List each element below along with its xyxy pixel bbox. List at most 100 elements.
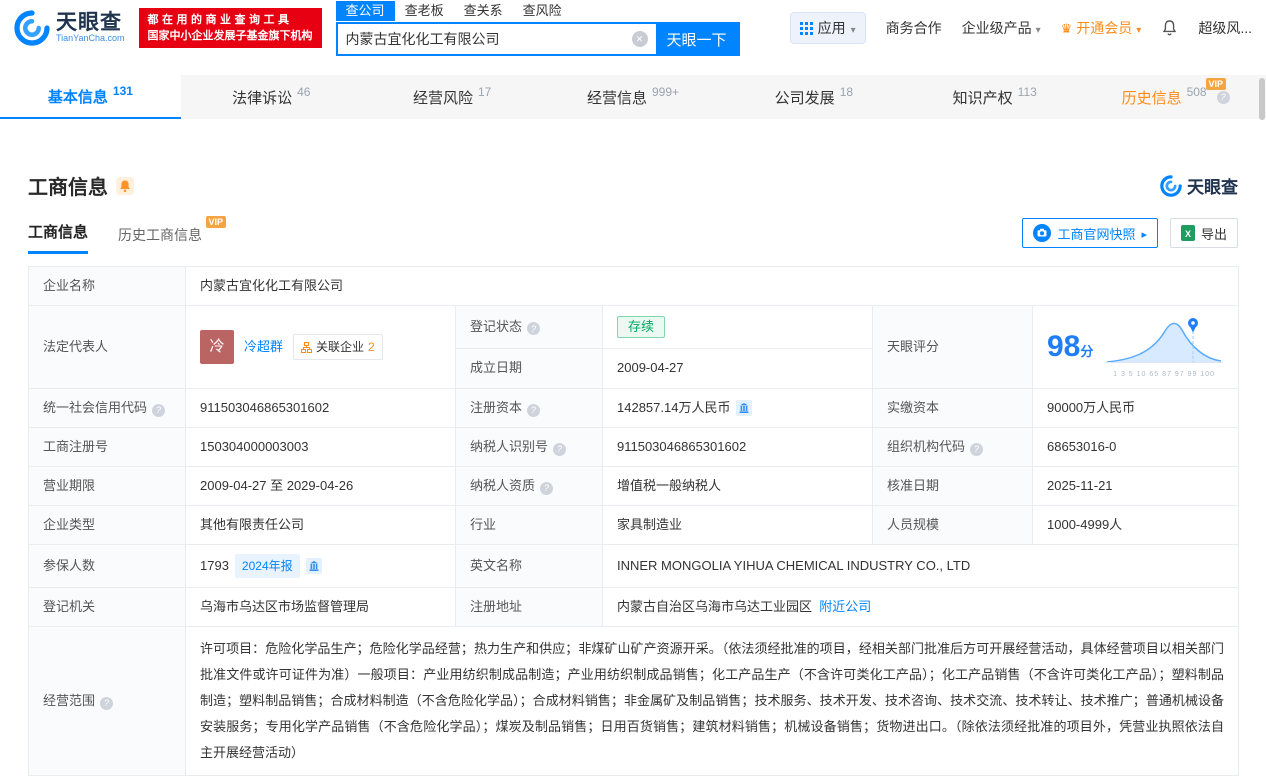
menu-item-vip[interactable]: 开通会员	[1061, 18, 1142, 38]
nav-tab-label: 知识产权	[952, 89, 1013, 107]
menu-item-enterprise[interactable]: 企业级产品	[962, 18, 1041, 38]
help-icon[interactable]	[1216, 90, 1230, 104]
camera-icon	[1033, 224, 1052, 242]
section-title-row: 工商信息	[28, 171, 134, 200]
vip-badge: VIP	[1205, 78, 1227, 90]
promo-line1: 都在用的商业查询工具	[147, 14, 293, 26]
tab-history-business-info[interactable]: VIP 历史工商信息	[118, 216, 227, 254]
tab-label: 历史工商信息	[118, 227, 203, 243]
sub-tabs: 工商信息 VIP 历史工商信息	[28, 216, 227, 254]
related-company-badge[interactable]: 关联企业 2	[293, 334, 383, 360]
tianyancha-logo-icon	[14, 10, 50, 46]
scrollbar-thumb[interactable]	[1259, 78, 1265, 120]
related-label: 关联企业	[316, 340, 365, 354]
business-info-table: 企业名称 内蒙古宜化化工有限公司 法定代表人 冷 冷超群 关联企业 2 登记状态…	[28, 266, 1240, 776]
table-row: 经营范围 许可项目：危险化学品生产；危险化学品经营；热力生产和供应；非煤矿山矿产…	[28, 626, 1240, 776]
user-account[interactable]: 超级风...	[1198, 18, 1252, 38]
nav-tab-legal[interactable]: 法律诉讼 46	[181, 75, 362, 119]
search-input[interactable]	[337, 31, 632, 47]
search-button[interactable]: 天眼一下	[655, 24, 738, 54]
announcement-icon[interactable]	[116, 176, 134, 195]
tab-business-info[interactable]: 工商信息	[28, 221, 89, 254]
nav-tab-history[interactable]: VIP 历史信息 508	[1085, 75, 1266, 119]
label-english-name: 英文名称	[455, 544, 603, 588]
search-tabs: 查公司 查老板 查关系 查风险	[335, 0, 740, 22]
score-value: 98分	[1047, 330, 1094, 363]
snapshot-button[interactable]: 工商官网快照	[1022, 218, 1158, 248]
label-staff-size: 人员规模	[872, 505, 1033, 545]
main-content: 工商信息 天眼查 工商信息 VIP 历史工商信息 工商官网快照 ▸ X 导出 企…	[0, 171, 1266, 776]
value-reg-authority: 乌海市乌达区市场监督管理局	[185, 587, 456, 627]
chevron-down-icon	[1036, 20, 1041, 36]
clear-icon[interactable]	[631, 31, 648, 47]
menu-item-apps[interactable]: 应用	[789, 12, 866, 44]
nav-tab-count: 17	[477, 85, 492, 99]
help-icon[interactable]	[970, 442, 984, 456]
value-reg-capital: 142857.14万人民币	[602, 388, 873, 428]
chevron-down-icon	[851, 20, 856, 36]
help-icon[interactable]	[553, 442, 567, 456]
help-icon[interactable]	[152, 403, 166, 417]
help-icon[interactable]	[100, 696, 114, 710]
annual-report-badge[interactable]: 2024年报	[234, 554, 300, 578]
help-icon[interactable]	[527, 403, 541, 417]
value-business-term: 2009-04-27 至 2029-04-26	[185, 466, 456, 506]
table-row: 法定代表人 冷 冷超群 关联企业 2 登记状态 存续 天眼评分	[28, 305, 1240, 389]
score-chart: 1 3 5 10 65 87 97 99 100	[1104, 315, 1224, 379]
search-box: 天眼一下	[335, 22, 740, 56]
nav-tab-basic-info[interactable]: 基本信息 131	[0, 75, 181, 119]
bank-icon[interactable]	[736, 400, 753, 416]
logo-brand: 天眼查	[56, 11, 122, 34]
export-label: 导出	[1200, 226, 1227, 242]
export-button[interactable]: X 导出	[1169, 218, 1238, 248]
search-tab-company[interactable]: 查公司	[335, 1, 395, 21]
nav-tab-count: 18	[839, 85, 854, 99]
value-taxpayer-id: 911503046865301602	[602, 427, 873, 467]
logo-domain: TianYanCha.com	[56, 33, 125, 43]
table-row: 企业名称 内蒙古宜化化工有限公司	[28, 266, 1240, 306]
label-reg-authority: 登记机关	[28, 587, 186, 627]
search-tab-relation[interactable]: 查关系	[454, 1, 513, 21]
nav-tab-label: 经营风险	[412, 89, 473, 107]
sub-tab-row: 工商信息 VIP 历史工商信息 工商官网快照 X	[28, 216, 1238, 254]
org-chart-icon	[301, 341, 313, 353]
value-staff-size: 1000-4999人	[1031, 505, 1240, 545]
legal-rep-link[interactable]: 冷超群	[244, 337, 283, 357]
menu-item-cooperation[interactable]: 商务合作	[886, 18, 942, 38]
promo-line2: 国家中小企业发展子基金旗下机构	[147, 30, 313, 42]
table-row: 登记机关 乌海市乌达区市场监督管理局 注册地址 内蒙古自治区乌海市乌达工业园区 …	[28, 587, 1240, 627]
nav-tab-label: 公司发展	[774, 89, 835, 107]
status-badge: 存续	[617, 315, 666, 338]
tianyancha-logo[interactable]: 天眼查 TianYanCha.com	[14, 10, 125, 46]
bell-icon[interactable]	[1161, 19, 1178, 37]
label-credit-code: 统一社会信用代码	[28, 388, 186, 428]
nearby-company-link[interactable]: 附近公司	[819, 599, 871, 614]
nav-tab-ip[interactable]: 知识产权 113	[904, 75, 1085, 119]
score-panel[interactable]: 98分 1 3 5 10 65 87 97 99 100	[1047, 315, 1224, 379]
label-reg-address: 注册地址	[455, 587, 603, 627]
action-buttons: 工商官网快照 X 导出	[1022, 218, 1238, 248]
search-tab-risk[interactable]: 查风险	[513, 1, 572, 21]
help-icon[interactable]	[540, 481, 554, 495]
label-company-type: 企业类型	[28, 505, 186, 545]
label-company-name: 企业名称	[28, 266, 186, 306]
avatar[interactable]: 冷	[200, 330, 234, 364]
value-industry: 家具制造业	[602, 505, 873, 545]
bank-icon[interactable]	[305, 558, 322, 574]
value-company-name: 内蒙古宜化化工有限公司	[184, 266, 1240, 306]
menu-vip-label: 开通会员	[1076, 20, 1133, 36]
table-row: 统一社会信用代码 911503046865301602 注册资本 142857.…	[28, 388, 1240, 428]
value-score: 98分 1 3 5 10 65 87 97 99 100	[1031, 305, 1240, 389]
label-business-term: 营业期限	[28, 466, 186, 506]
label-taxpayer-id: 纳税人识别号	[455, 427, 603, 467]
help-icon[interactable]	[527, 322, 541, 336]
nav-tab-risk[interactable]: 经营风险 17	[362, 75, 543, 119]
nav-tab-development[interactable]: 公司发展 18	[723, 75, 904, 119]
search-tab-boss[interactable]: 查老板	[395, 1, 454, 21]
value-english-name: INNER MONGOLIA YIHUA CHEMICAL INDUSTRY C…	[601, 544, 1240, 588]
value-company-type: 其他有限责任公司	[185, 505, 456, 545]
label-approval-date: 核准日期	[872, 466, 1033, 506]
arrow-right-icon	[1141, 226, 1147, 241]
label-reg-status: 登记状态	[455, 305, 603, 349]
nav-tab-operation[interactable]: 经营信息 999+	[543, 75, 724, 119]
